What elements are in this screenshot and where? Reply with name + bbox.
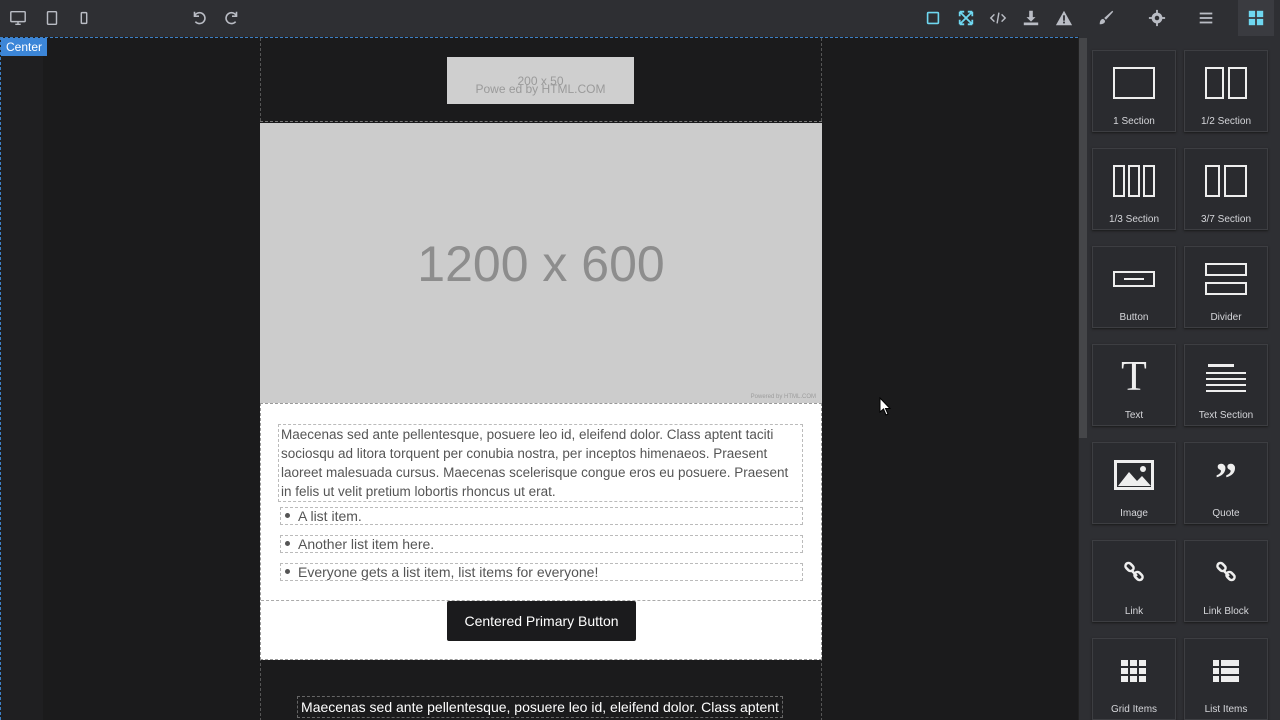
block-image[interactable]: Image [1092, 442, 1176, 524]
desktop-icon[interactable] [6, 6, 30, 30]
list-item-text: A list item. [298, 508, 362, 524]
block-button[interactable]: Button [1092, 246, 1176, 328]
hero-powered-label: Powered by HTML.COM [750, 394, 816, 400]
block-grid-items[interactable]: Grid Items [1092, 638, 1176, 720]
divider-icon [1202, 259, 1250, 299]
block-label: Link [1124, 606, 1144, 617]
grid-items-icon [1110, 651, 1158, 691]
block-label: 1/3 Section [1108, 214, 1160, 225]
logo-placeholder-image[interactable]: 200 x 50 Powe ed by HTML.COM [447, 57, 634, 104]
redo-icon[interactable] [220, 6, 244, 30]
bullet-icon [285, 541, 290, 546]
block-quote[interactable]: ” Quote [1184, 442, 1268, 524]
text-section-icon [1202, 357, 1250, 397]
fullscreen-icon[interactable] [954, 6, 978, 30]
block-three-seven-section[interactable]: 3/7 Section [1184, 148, 1268, 230]
block-text[interactable]: T Text [1092, 344, 1176, 426]
gear-icon[interactable] [1145, 6, 1169, 30]
list-items-icon [1202, 651, 1250, 691]
block-label: Divider [1210, 312, 1242, 323]
block-label: Quote [1212, 508, 1240, 519]
block-label: 3/7 Section [1200, 214, 1252, 225]
block-label: Image [1120, 508, 1148, 519]
list-item-text: Another list item here. [298, 536, 435, 552]
block-label: Button [1119, 312, 1149, 323]
list-item[interactable]: Another list item here. [280, 535, 803, 553]
divider-line [260, 121, 822, 122]
list-item-text: Everyone gets a list item, list items fo… [298, 564, 599, 580]
hero-placeholder-image[interactable]: 1200 x 600 Powered by HTML.COM [260, 123, 822, 403]
selection-badge: Center [1, 38, 48, 56]
third-section-icon [1110, 161, 1158, 201]
block-one-section[interactable]: 1 Section [1092, 50, 1176, 132]
top-toolbar [0, 0, 1280, 36]
undo-icon[interactable] [187, 6, 211, 30]
quote-icon: ” [1215, 454, 1237, 503]
code-icon[interactable] [986, 6, 1010, 30]
block-third-section[interactable]: 1/3 Section [1092, 148, 1176, 230]
block-label: Text Section [1198, 410, 1254, 421]
link-block-icon [1202, 553, 1250, 593]
footer-paragraph[interactable]: Maecenas sed ante pellentesque, posuere … [297, 696, 783, 718]
mobile-icon[interactable] [72, 6, 96, 30]
tablet-icon[interactable] [40, 6, 64, 30]
block-text-section[interactable]: Text Section [1184, 344, 1268, 426]
logo-powered-label: Powe ed by HTML.COM [475, 82, 606, 96]
bullet-icon [285, 569, 290, 574]
mouse-cursor-icon [879, 397, 892, 416]
text-icon: T [1121, 354, 1147, 400]
three-seven-section-icon [1202, 161, 1250, 201]
panel-scrollbar[interactable] [1079, 38, 1087, 438]
block-list-items[interactable]: List Items [1184, 638, 1268, 720]
link-icon [1110, 553, 1158, 593]
block-link-block[interactable]: Link Block [1184, 540, 1268, 622]
primary-button[interactable]: Centered Primary Button [447, 601, 636, 641]
blocks-icon[interactable] [1238, 0, 1274, 36]
block-label: Link Block [1203, 606, 1249, 617]
list-item[interactable]: A list item. [280, 507, 803, 525]
block-divider[interactable]: Divider [1184, 246, 1268, 328]
block-label: List Items [1204, 704, 1248, 715]
list-item[interactable]: Everyone gets a list item, list items fo… [280, 563, 803, 581]
content-section[interactable]: Maecenas sed ante pellentesque, posuere … [260, 403, 822, 660]
block-label: Grid Items [1110, 704, 1158, 715]
paint-brush-icon[interactable] [1094, 6, 1118, 30]
half-section-icon [1202, 63, 1250, 103]
hero-size-label: 1200 x 600 [417, 236, 665, 292]
body-paragraph[interactable]: Maecenas sed ante pellentesque, posuere … [278, 424, 803, 502]
editor-canvas[interactable]: Center 200 x 50 Powe ed by HTML.COM 1200… [0, 37, 1078, 720]
download-icon[interactable] [1019, 6, 1043, 30]
block-label: Text [1124, 410, 1144, 421]
one-section-icon [1110, 63, 1158, 103]
bullet-icon [285, 513, 290, 518]
sw-visibility-icon[interactable] [921, 6, 945, 30]
block-half-section[interactable]: 1/2 Section [1184, 50, 1268, 132]
hamburger-icon[interactable] [1194, 6, 1218, 30]
block-label: 1 Section [1113, 116, 1155, 127]
block-link[interactable]: Link [1092, 540, 1176, 622]
block-label: 1/2 Section [1200, 116, 1252, 127]
image-icon [1110, 455, 1158, 495]
button-block-icon [1110, 259, 1158, 299]
warning-icon[interactable] [1052, 6, 1076, 30]
